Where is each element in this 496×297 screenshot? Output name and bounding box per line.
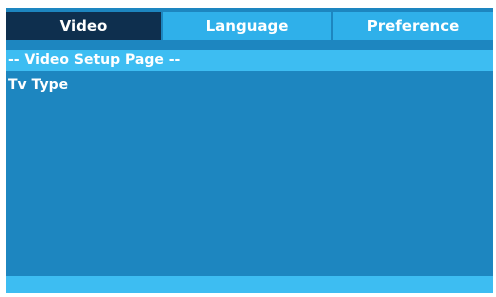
tab-preference[interactable]: Preference	[331, 12, 493, 40]
tab-bar: Video Language Preference	[6, 12, 493, 40]
header-gap	[6, 40, 493, 50]
tab-video[interactable]: Video	[6, 12, 161, 40]
osd-screen: Video Language Preference -- Video Setup…	[6, 8, 493, 293]
tab-language[interactable]: Language	[161, 12, 331, 40]
menu-item-tv-type[interactable]: Tv Type	[8, 77, 68, 93]
page-title: -- Video Setup Page --	[6, 50, 493, 71]
footer-bar	[6, 276, 493, 293]
menu-panel: Tv Type	[6, 71, 493, 276]
